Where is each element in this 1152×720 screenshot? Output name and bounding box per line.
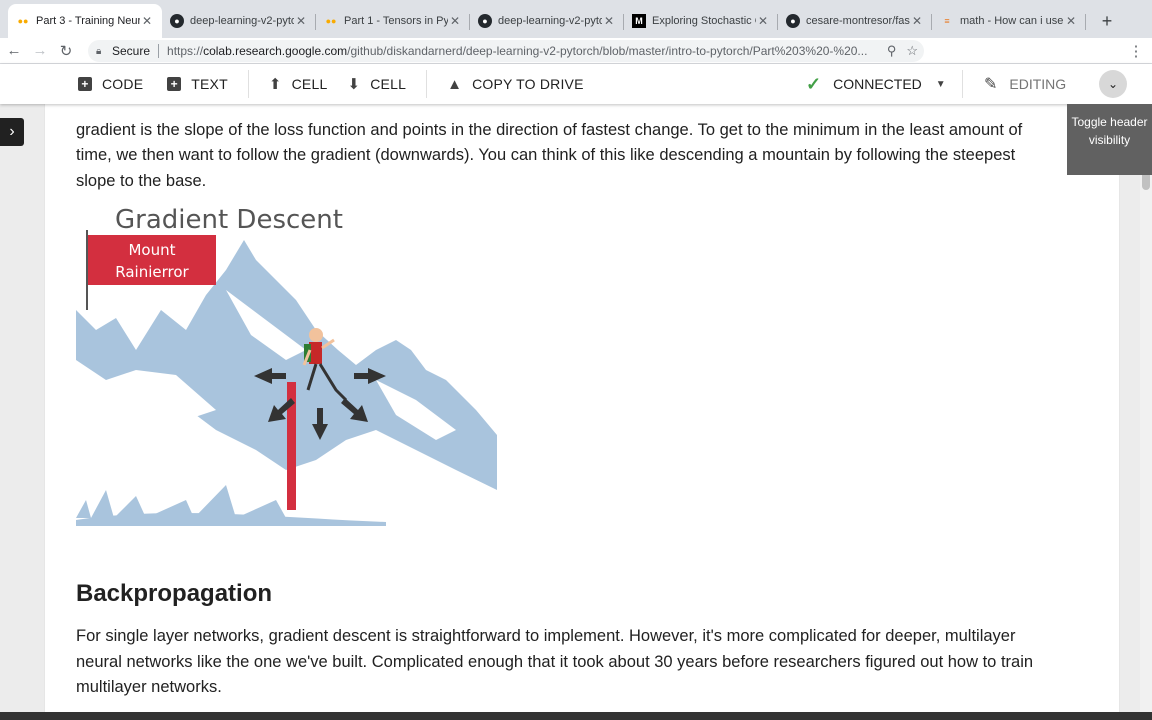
tooltip: Toggle header visibility bbox=[1067, 104, 1152, 175]
zoom-icon[interactable]: ⚲ bbox=[887, 43, 897, 59]
move-cell-down-button[interactable]: ⬇ CELL bbox=[347, 64, 406, 104]
code-label: CODE bbox=[102, 76, 144, 92]
close-tab-icon[interactable]: ✕ bbox=[140, 14, 154, 28]
text-label: TEXT bbox=[191, 76, 228, 92]
divider bbox=[962, 70, 963, 98]
github-icon: ● bbox=[786, 14, 800, 28]
browser-toolbar: ← → ↻ 🔒︎ Secure https://colab.research.g… bbox=[0, 38, 1152, 94]
toggle-header-button[interactable]: ⌄ bbox=[1099, 70, 1127, 98]
text-line: gradient is the slope of the loss functi… bbox=[76, 120, 1023, 139]
tab-title: deep-learning-v2-pyto bbox=[498, 15, 602, 27]
stackexchange-icon: ≡ bbox=[944, 16, 950, 26]
editing-label: EDITING bbox=[1009, 76, 1067, 92]
chevron-right-icon: › bbox=[9, 123, 15, 140]
add-text-button[interactable]: + TEXT bbox=[167, 64, 228, 104]
github-icon: ● bbox=[478, 14, 492, 28]
add-code-button[interactable]: + CODE bbox=[78, 64, 143, 104]
plus-icon: + bbox=[78, 77, 92, 91]
text-line: slope to the base. bbox=[76, 171, 207, 190]
gradient-descent-illustration: Gradient Descent Mount Rainierror bbox=[76, 205, 497, 530]
medium-icon: M bbox=[632, 14, 646, 28]
url-host: colab.research.google.com bbox=[203, 44, 348, 58]
pencil-icon: ✎ bbox=[984, 76, 998, 93]
figure-title: Gradient Descent bbox=[115, 205, 343, 235]
url-prefix: https:// bbox=[167, 44, 204, 58]
address-bar[interactable]: 🔒︎ Secure https://colab.research.google.… bbox=[88, 40, 924, 62]
scrollbar[interactable] bbox=[1140, 104, 1152, 720]
browser-tab[interactable]: ≡ math - How can i use c ✕ bbox=[932, 4, 1086, 38]
colab-header-toolbar: + CODE + TEXT ⬆ CELL ⬇ CELL ▲ COPY TO DR… bbox=[0, 64, 1152, 104]
secure-label: Secure bbox=[112, 44, 151, 58]
tab-separator bbox=[1085, 14, 1086, 30]
divider bbox=[247, 70, 249, 98]
omnibox-actions: ⚲ ☆ bbox=[887, 43, 918, 59]
plus-icon: + bbox=[167, 77, 182, 91]
text-line: neural networks like the one we've built… bbox=[76, 652, 1034, 671]
github-icon: ● bbox=[170, 14, 184, 28]
colab-icon: ●● bbox=[325, 16, 337, 26]
url-path: /github/diskandarnerd/deep-learning-v2-p… bbox=[347, 44, 868, 58]
flag-line2: Rainierror bbox=[115, 263, 189, 281]
expand-sidebar-button[interactable]: › bbox=[0, 118, 24, 146]
browser-tab[interactable]: ● deep-learning-v2-pyto ✕ bbox=[162, 4, 316, 38]
editing-mode[interactable]: ✎ EDITING bbox=[984, 64, 1066, 104]
chevron-down-icon: ⌄ bbox=[1107, 77, 1119, 91]
notebook-text-cell[interactable]: gradient is the slope of the loss functi… bbox=[44, 104, 1120, 720]
move-cell-up-button[interactable]: ⬆ CELL bbox=[269, 64, 328, 104]
tab-title: cesare-montresor/fast bbox=[806, 15, 910, 27]
browser-tab[interactable]: ● deep-learning-v2-pyto ✕ bbox=[470, 4, 624, 38]
divider bbox=[158, 44, 160, 58]
runtime-status[interactable]: ✓ CONNECTED ▼ bbox=[806, 64, 946, 104]
close-tab-icon[interactable]: ✕ bbox=[1064, 14, 1078, 28]
flag-pole bbox=[86, 230, 88, 310]
text-line: multilayer networks. bbox=[76, 678, 222, 697]
close-tab-icon[interactable]: ✕ bbox=[294, 14, 308, 28]
reload-icon[interactable]: ↻ bbox=[54, 40, 78, 62]
copy-to-drive-button[interactable]: ▲ COPY TO DRIVE bbox=[447, 64, 584, 104]
paragraph: For single layer networks, gradient desc… bbox=[76, 624, 1076, 701]
text-line bbox=[76, 104, 1076, 118]
browser-tab-strip: ●● Part 3 - Training Neural ✕ ● deep-lea… bbox=[0, 0, 1152, 38]
tooltip-text: Toggle header visibility bbox=[1071, 115, 1148, 147]
browser-tab[interactable]: ● cesare-montresor/fast ✕ bbox=[778, 4, 932, 38]
drive-icon: ▲ bbox=[447, 75, 463, 93]
browser-tab[interactable]: M Exploring Stochastic G ✕ bbox=[624, 4, 778, 38]
browser-tab[interactable]: ●● Part 1 - Tensors in PyT ✕ bbox=[316, 4, 470, 38]
cell-up-label: CELL bbox=[291, 76, 328, 92]
text-line: For single layer networks, gradient desc… bbox=[76, 627, 1016, 645]
copy-label: COPY TO DRIVE bbox=[472, 76, 584, 92]
checkmark-icon: ✓ bbox=[806, 73, 822, 94]
flag-line1: Mount bbox=[128, 241, 175, 259]
tab-title: math - How can i use c bbox=[960, 15, 1064, 27]
browser-tab[interactable]: ●● Part 3 - Training Neural ✕ bbox=[8, 4, 162, 38]
tab-title: Exploring Stochastic G bbox=[652, 15, 756, 27]
bookmark-star-icon[interactable]: ☆ bbox=[906, 43, 918, 59]
divider bbox=[426, 70, 428, 98]
section-heading: Backpropagation bbox=[76, 580, 273, 607]
arrow-down-icon: ⬇ bbox=[347, 76, 361, 93]
arrow-up-icon: ⬆ bbox=[268, 76, 282, 93]
back-icon[interactable]: ← bbox=[2, 40, 26, 62]
text-line: time, we then want to follow the gradien… bbox=[76, 146, 1016, 165]
tab-title: Part 3 - Training Neural bbox=[36, 15, 140, 27]
tab-title: deep-learning-v2-pyto bbox=[190, 15, 294, 27]
tab-title: Part 1 - Tensors in PyT bbox=[344, 15, 448, 27]
close-tab-icon[interactable]: ✕ bbox=[756, 14, 770, 28]
cell-down-label: CELL bbox=[370, 76, 407, 92]
new-tab-button[interactable]: + bbox=[1092, 4, 1122, 38]
bottom-edge bbox=[0, 712, 1152, 720]
lock-icon: 🔒︎ bbox=[96, 46, 102, 57]
chrome-menu-icon[interactable]: ⋮ bbox=[1124, 40, 1148, 62]
url-text[interactable]: https://colab.research.google.com/github… bbox=[167, 44, 867, 58]
close-tab-icon[interactable]: ✕ bbox=[602, 14, 616, 28]
connected-label: CONNECTED bbox=[833, 76, 922, 92]
colab-icon: ●● bbox=[17, 16, 29, 26]
paragraph: gradient is the slope of the loss functi… bbox=[76, 104, 1076, 194]
caret-down-icon[interactable]: ▼ bbox=[936, 79, 946, 90]
left-gutter bbox=[0, 104, 44, 720]
forward-icon[interactable]: → bbox=[28, 40, 52, 62]
close-tab-icon[interactable]: ✕ bbox=[910, 14, 924, 28]
close-tab-icon[interactable]: ✕ bbox=[448, 14, 462, 28]
